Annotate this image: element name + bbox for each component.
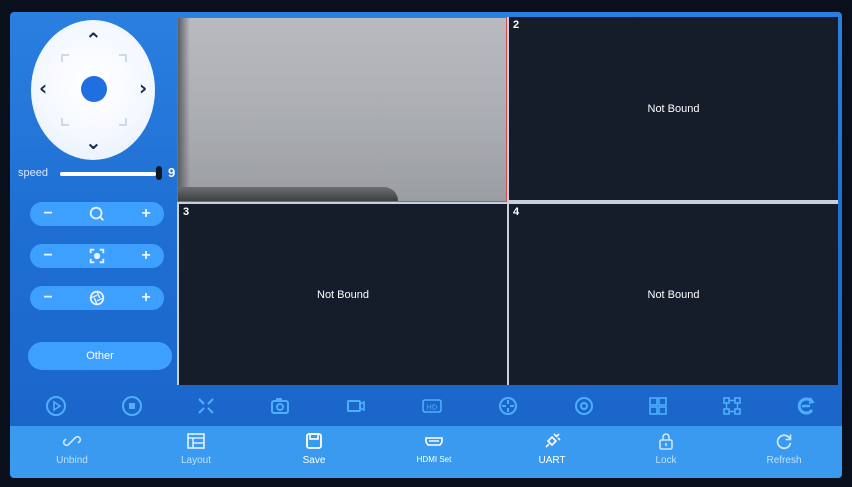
lock-button[interactable]: Lock	[626, 430, 706, 474]
unbind-label: Unbind	[56, 455, 88, 466]
layout-label: Layout	[180, 455, 212, 466]
cell-number: 3	[183, 206, 190, 218]
refresh-label: Refresh	[766, 455, 802, 466]
hd-icon[interactable]: HD	[420, 394, 444, 418]
play-icon[interactable]	[44, 394, 68, 418]
focus-minus-button[interactable]: −	[40, 247, 56, 265]
cell-number: 2	[513, 19, 520, 31]
pan-left-arrow-icon[interactable]: ‹	[39, 78, 47, 98]
speed-value: 9	[168, 165, 176, 180]
crosshair-icon[interactable]	[496, 394, 520, 418]
bottom-toolbar: Unbind Layout Save HDMI Set UART Lock Re…	[10, 426, 842, 478]
video-grid: 2 Not Bound 3 Not Bound 4 Not Bound	[177, 17, 838, 385]
save-button[interactable]: Save	[274, 430, 354, 474]
video-frame-edge	[178, 18, 190, 201]
joystick-center-dot[interactable]	[81, 76, 107, 102]
refresh-icon	[773, 430, 795, 452]
save-icon	[303, 430, 325, 452]
iris-minus-button[interactable]: −	[40, 289, 56, 307]
video-cell-2[interactable]: 2 Not Bound	[509, 17, 838, 200]
aperture-icon	[87, 288, 107, 308]
pan-up-arrow-icon[interactable]: ⌃	[85, 30, 102, 50]
corner-mark-icon	[61, 54, 69, 62]
video-cell-1[interactable]	[177, 17, 507, 202]
stop-icon[interactable]	[120, 394, 144, 418]
corner-mark-icon	[119, 54, 127, 62]
zoom-minus-button[interactable]: −	[40, 205, 56, 223]
speed-slider-row: speed 9	[18, 165, 178, 182]
video-cell-3[interactable]: 3 Not Bound	[179, 204, 507, 385]
focus-control: − +	[30, 244, 164, 268]
cell-status: Not Bound	[647, 288, 700, 301]
screen: ⌃ ‹ › ⌄ speed 9 − + − + − + Other 2 Not …	[10, 12, 842, 478]
uart-label: UART	[538, 455, 566, 466]
lock-icon	[655, 430, 677, 452]
layout-icon	[185, 430, 207, 452]
pan-right-arrow-icon[interactable]: ›	[139, 78, 147, 98]
zoom-control: − +	[30, 202, 164, 226]
video-frame-object	[178, 187, 398, 201]
speed-slider-fill	[60, 172, 156, 176]
control-row: HD	[10, 390, 842, 422]
focus-plus-button[interactable]: +	[138, 247, 154, 265]
frame-icon[interactable]	[720, 394, 744, 418]
zoom-plus-button[interactable]: +	[138, 205, 154, 223]
lock-label: Lock	[655, 455, 677, 466]
unbind-button[interactable]: Unbind	[32, 430, 112, 474]
snapshot-icon[interactable]	[268, 394, 292, 418]
other-button[interactable]: Other	[28, 342, 172, 370]
corner-mark-icon	[119, 118, 127, 126]
layout-button[interactable]: Layout	[156, 430, 236, 474]
fullscreen-icon[interactable]	[194, 394, 218, 418]
zoom-icon	[87, 204, 107, 224]
speed-label: speed	[18, 167, 48, 179]
iris-plus-button[interactable]: +	[138, 289, 154, 307]
ptz-joystick[interactable]: ⌃ ‹ › ⌄	[31, 20, 155, 160]
hdmi-icon	[423, 430, 445, 452]
iris-control: − +	[30, 286, 164, 310]
save-label: Save	[302, 455, 326, 466]
record-icon[interactable]	[344, 394, 368, 418]
refresh-button[interactable]: Refresh	[744, 430, 824, 474]
speed-slider[interactable]	[60, 172, 156, 176]
speed-slider-thumb[interactable]	[156, 166, 162, 180]
uart-icon	[541, 430, 563, 452]
unlink-icon	[61, 430, 83, 452]
refresh-e-icon[interactable]	[794, 394, 818, 418]
cell-status: Not Bound	[647, 102, 700, 115]
target-icon[interactable]	[572, 394, 596, 418]
pan-down-arrow-icon[interactable]: ⌄	[85, 132, 102, 152]
hdmi-set-label: HDMI Set	[416, 455, 452, 464]
hdmi-set-button[interactable]: HDMI Set	[394, 430, 474, 474]
video-cell-4[interactable]: 4 Not Bound	[509, 204, 838, 385]
cell-number: 4	[513, 206, 520, 218]
quad-grid-icon[interactable]	[646, 394, 670, 418]
cell-status: Not Bound	[317, 288, 369, 301]
svg-text:HD: HD	[427, 404, 438, 412]
corner-mark-icon	[61, 118, 69, 126]
uart-button[interactable]: UART	[512, 430, 592, 474]
focus-icon	[87, 246, 107, 266]
